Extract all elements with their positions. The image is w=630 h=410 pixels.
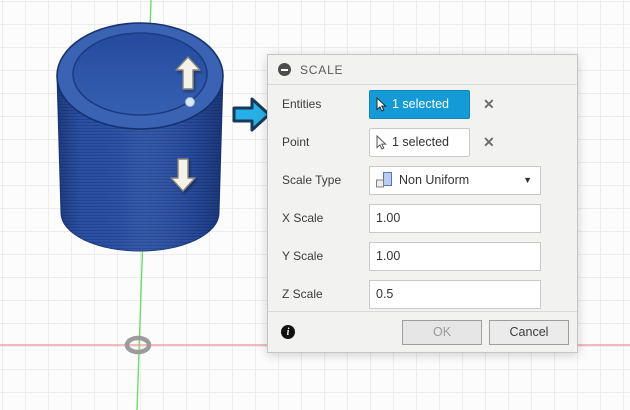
scale-type-value: Non Uniform xyxy=(399,173,470,187)
point-clear-icon[interactable]: ✕ xyxy=(483,135,495,149)
x-scale-input[interactable] xyxy=(369,203,541,233)
entities-selection-field[interactable]: 1 selected xyxy=(369,89,470,119)
scale-type-dropdown[interactable]: Non Uniform ▼ xyxy=(369,165,541,195)
non-uniform-scale-icon xyxy=(376,172,392,188)
z-scale-row: Z Scale xyxy=(268,275,577,313)
y-scale-row: Y Scale xyxy=(268,237,577,275)
cylinder-model[interactable] xyxy=(56,22,224,252)
entities-selected-count: 1 selected xyxy=(392,97,449,111)
z-scale-label: Z Scale xyxy=(282,287,323,301)
cursor-icon xyxy=(376,96,387,112)
entities-row: Entities 1 selected ✕ xyxy=(268,85,577,123)
y-scale-label: Y Scale xyxy=(282,249,324,263)
cancel-button[interactable]: Cancel xyxy=(489,319,569,345)
x-scale-row: X Scale xyxy=(268,199,577,237)
point-selected-count: 1 selected xyxy=(392,135,449,149)
y-scale-input[interactable] xyxy=(369,241,541,271)
dialog-title: SCALE xyxy=(300,62,344,77)
collapse-icon[interactable] xyxy=(278,63,291,76)
scale-type-label: Scale Type xyxy=(282,173,342,187)
ok-button[interactable]: OK xyxy=(402,319,482,345)
dialog-header: SCALE xyxy=(268,55,577,85)
dialog-footer: i OK Cancel xyxy=(268,311,577,352)
scale-dialog: SCALE Entities 1 selected ✕ Point 1 sele… xyxy=(267,54,578,353)
entities-clear-icon[interactable]: ✕ xyxy=(483,97,495,111)
point-row: Point 1 selected ✕ xyxy=(268,123,577,161)
entities-label: Entities xyxy=(282,97,322,111)
info-icon[interactable]: i xyxy=(281,325,295,339)
x-scale-label: X Scale xyxy=(282,211,324,225)
point-selection-field[interactable]: 1 selected xyxy=(369,127,470,157)
chevron-down-icon: ▼ xyxy=(523,175,532,185)
z-scale-input[interactable] xyxy=(369,279,541,309)
scale-type-row: Scale Type Non Uniform ▼ xyxy=(268,161,577,199)
cursor-icon xyxy=(376,134,387,150)
selected-point-marker[interactable] xyxy=(185,97,195,107)
point-label: Point xyxy=(282,135,310,149)
direction-arrow-handle[interactable] xyxy=(232,97,271,132)
